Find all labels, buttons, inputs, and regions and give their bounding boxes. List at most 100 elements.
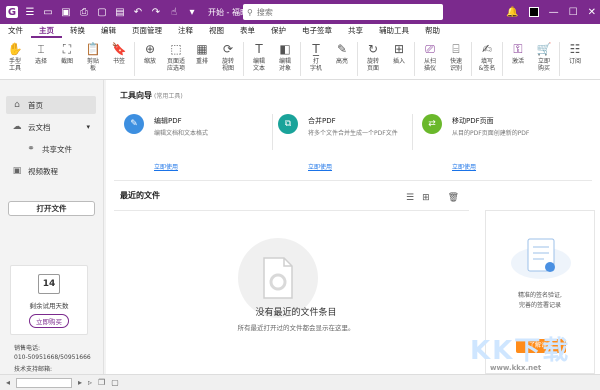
bookmark-icon: 🔖 [111, 42, 127, 56]
menu-view[interactable]: 视图 [201, 24, 232, 38]
trial-days-label: 剩余试用天数 [29, 302, 69, 310]
sidebar-item-home[interactable]: ⌂ 首页 [6, 96, 96, 114]
menu-edit[interactable]: 编辑 [93, 24, 124, 38]
move-pages-icon: ⇄ [422, 114, 442, 134]
menu-page-manage[interactable]: 页面管理 [124, 24, 170, 38]
undo-icon[interactable]: ↶ [132, 6, 144, 18]
menu-icon[interactable]: ☰ [24, 6, 36, 18]
print-icon[interactable]: ⎙ [78, 6, 90, 18]
ribbon-toolbar: ✋ 手型 工具 ⌶ 选择 ⛶ 截图 📋 剪贴 板 🔖 书签 ⊕ 缩放 ⬚ 页面适 应选项 ▦ 重… [0, 38, 600, 80]
use-now-link[interactable]: 立即使用 [154, 162, 178, 171]
open-file-button[interactable]: 打开文件 [8, 201, 95, 216]
highlight-icon: ✎ [336, 42, 348, 56]
watermark-url: www.kkx.net [490, 364, 542, 372]
menu-convert[interactable]: 转换 [62, 24, 93, 38]
menu-file[interactable]: 文件 [0, 24, 31, 38]
minimize-icon[interactable]: — [549, 7, 559, 18]
hand-tool-button[interactable]: ✋ 手型 工具 [2, 38, 28, 78]
support-label: 技术支持邮箱: [14, 366, 53, 373]
more-icon[interactable]: ▾ [186, 6, 198, 18]
copy-icon[interactable]: ❐ [98, 378, 105, 387]
reflow-button[interactable]: ▦ 重排 [189, 38, 215, 78]
screenshot-button[interactable]: ⛶ 截图 [54, 38, 80, 78]
tool-card-merge-pdf[interactable]: ⧉ 合并PDF 将多个文件合并生成一个PDF文件 立即使用 [278, 114, 428, 174]
recent-divider [114, 210, 469, 211]
use-now-link[interactable]: 立即使用 [452, 162, 476, 171]
sidebar-item-label: 云文档 [28, 122, 51, 132]
section-divider [114, 180, 592, 181]
card-divider [272, 114, 273, 150]
tool-dropdown-icon[interactable]: ☝ [168, 6, 180, 18]
use-now-link[interactable]: 立即使用 [308, 162, 332, 171]
tool-card-edit-pdf[interactable]: ✎ 编辑PDF 编辑文档和文本格式 立即使用 [124, 114, 274, 174]
edit-text-button[interactable]: T 编辑 文本 [246, 38, 272, 78]
zoom-button[interactable]: ⊕ 缩放 [137, 38, 163, 78]
promo-line-2: 完善的签署记录 [518, 302, 561, 309]
highlight-button[interactable]: ✎ 高亮 [329, 38, 355, 78]
ocr-button[interactable]: ⌸ 快速 识别 [443, 38, 469, 78]
rotate-page-button[interactable]: ↻ 旋转 页面 [360, 38, 386, 78]
nav-next-icon[interactable]: ▹ [88, 378, 92, 387]
trial-buy-button[interactable]: 立即购买 [29, 314, 69, 328]
page-select[interactable] [16, 377, 73, 388]
buy-now-button[interactable]: 🛒 立即 购买 [531, 38, 557, 78]
color-swatch[interactable] [528, 7, 539, 17]
reflow-icon: ▦ [196, 42, 208, 56]
save-icon[interactable]: ▣ [60, 6, 72, 18]
trash-icon[interactable]: 🗑 [448, 193, 459, 203]
clipboard-button[interactable]: 📋 剪贴 板 [80, 38, 106, 78]
menu-share[interactable]: 共享 [340, 24, 371, 38]
close-icon[interactable]: ✕ [588, 7, 596, 18]
menu-form[interactable]: 表单 [232, 24, 263, 38]
select-button[interactable]: ⌶ 选择 [28, 38, 54, 78]
zoom-icon: ⊕ [144, 42, 156, 56]
file-icon[interactable]: ▤ [114, 6, 126, 18]
menu-accessibility[interactable]: 辅助工具 [371, 24, 417, 38]
ribbon-separator [300, 42, 301, 76]
fit-page-button[interactable]: ⬚ 页面适 应选项 [163, 38, 189, 78]
menu-protect[interactable]: 保护 [263, 24, 294, 38]
chevron-down-icon: ▾ [86, 123, 90, 131]
signature-illustration [511, 238, 571, 279]
scanner-button[interactable]: ⎚ 从扫 描仪 [417, 38, 443, 78]
ribbon-separator [559, 42, 560, 76]
menu-home[interactable]: 主页 [31, 24, 62, 38]
trial-days-count: 14 [38, 274, 60, 294]
menu-help[interactable]: 帮助 [417, 24, 448, 38]
bell-icon[interactable]: 🔔 [506, 7, 518, 18]
sidebar-item-video[interactable]: ▣ 视频教程 [6, 162, 96, 180]
empty-file-icon [263, 257, 293, 299]
view-toggle: ☰ ⊞ 🗑 [406, 193, 459, 203]
open-folder-icon[interactable]: ▭ [42, 6, 54, 18]
menu-e-signature[interactable]: 电子签章 [294, 24, 340, 38]
fit-page-icon: ⬚ [170, 42, 182, 56]
edit-object-button[interactable]: ◧ 编辑 对象 [272, 38, 298, 78]
activate-button[interactable]: ⚿ 激活 [505, 38, 531, 78]
search-box[interactable]: ⚲ 搜索 [243, 4, 443, 20]
nav-prev-icon[interactable]: ▸ [78, 378, 82, 387]
redo-icon[interactable]: ↷ [150, 6, 162, 18]
menu-comment[interactable]: 注释 [170, 24, 201, 38]
tool-card-desc: 从目的PDF页面创建新的PDF [452, 130, 530, 137]
quick-access-toolbar: G ☰ ▭ ▣ ⎙ ▢ ▤ ↶ ↷ ☝ ▾ [0, 6, 198, 18]
status-bar: ◂ ▸ ▹ ❐ ▢ [0, 374, 600, 390]
maximize-icon[interactable]: ☐ [569, 7, 578, 18]
list-view-icon[interactable]: ☰ [406, 193, 414, 203]
page-icon[interactable]: ▢ [111, 378, 119, 387]
insert-button[interactable]: ⊞ 插入 [386, 38, 412, 78]
nav-first-icon[interactable]: ◂ [6, 378, 10, 387]
typewriter-button[interactable]: T̲ 打 字机 [303, 38, 329, 78]
sidebar-item-cloud[interactable]: ☁ 云文档 ▾ [6, 118, 96, 136]
subscribe-button[interactable]: ☷ 订阅 [562, 38, 588, 78]
rotate-view-button[interactable]: ⟳ 旋转 视图 [215, 38, 241, 78]
bookmark-button[interactable]: 🔖 书签 [106, 38, 132, 78]
card-divider [412, 114, 413, 150]
tool-card-move-pages[interactable]: ⇄ 移动PDF页面 从目的PDF页面创建新的PDF 立即使用 [422, 114, 572, 174]
fill-sign-button[interactable]: ✍ 填写 &签名 [474, 38, 500, 78]
grid-view-icon[interactable]: ⊞ [422, 193, 430, 203]
new-doc-icon[interactable]: ▢ [96, 6, 108, 18]
hand-icon: ✋ [7, 42, 23, 56]
promo-text: 精准的签名验证, 完善的签署记录 [486, 291, 594, 311]
sidebar-item-shared[interactable]: ⚭ 共享文件 [20, 140, 96, 158]
cloud-icon: ☁ [12, 122, 22, 132]
